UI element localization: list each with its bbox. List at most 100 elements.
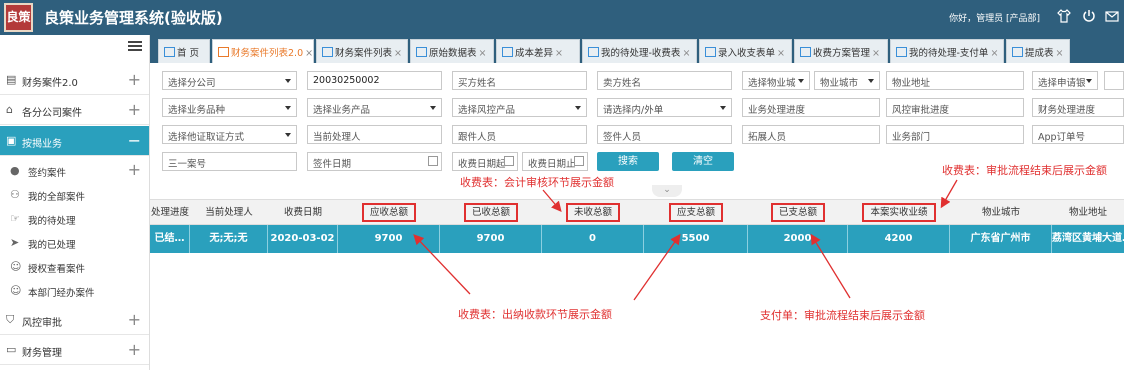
calendar-icon[interactable] — [428, 156, 438, 166]
close-icon[interactable]: × — [305, 48, 313, 59]
case-number-input[interactable]: 20030250002 — [307, 71, 442, 90]
expand-icon[interactable]: + — [128, 340, 141, 359]
inner-outer-select[interactable]: 请选择内/外单 — [597, 98, 732, 117]
department-input[interactable]: 业务部门 — [886, 125, 1024, 144]
annotation-audit: 收费表：会计审核环节展示金额 — [460, 176, 614, 189]
column-header[interactable]: 物业城市 — [950, 200, 1052, 226]
shirt-icon[interactable] — [1056, 8, 1072, 24]
column-header[interactable]: 物业地址 — [1052, 200, 1124, 226]
close-icon[interactable]: × — [555, 48, 563, 59]
close-icon[interactable]: × — [1056, 48, 1064, 59]
buyer-name-input[interactable]: 买方姓名 — [452, 71, 587, 90]
search-button[interactable]: 搜索 — [597, 152, 659, 171]
property-address-input[interactable]: 物业地址 — [886, 71, 1024, 90]
property-city-filter[interactable]: 物业城市 — [814, 71, 880, 90]
calendar-icon[interactable] — [574, 156, 584, 166]
table-cell: 已结… — [150, 225, 190, 253]
mail-icon[interactable] — [1104, 8, 1120, 24]
sidebar-subitem-signed-cases[interactable]: ● 签约案件 + — [0, 159, 149, 183]
close-icon[interactable]: × — [777, 48, 785, 59]
power-icon[interactable] — [1081, 8, 1097, 24]
chevron-down-icon — [798, 79, 804, 83]
highlight-box: 本案实收业绩 — [862, 203, 936, 222]
list-icon: ▤ — [6, 73, 17, 86]
column-header[interactable]: 已支总额 — [748, 200, 848, 226]
sidebar-subitem-pending[interactable]: ☞ 我的待处理 — [0, 207, 149, 231]
sany-case-input[interactable]: 三一案号 — [162, 152, 297, 171]
close-icon[interactable]: × — [682, 48, 690, 59]
current-handler-input[interactable]: 当前处理人 — [307, 125, 442, 144]
tab-raw-data[interactable]: 原始数据表 × — [410, 39, 494, 63]
property-city-select[interactable]: 选择物业城 — [742, 71, 810, 90]
column-header[interactable]: 未收总额 — [542, 200, 644, 226]
expand-icon[interactable]: + — [128, 100, 141, 119]
tab-entry-form[interactable]: 录入收支表单 × — [699, 39, 792, 63]
column-header[interactable]: 已收总额 — [440, 200, 542, 226]
column-header[interactable]: 当前处理人 — [190, 200, 268, 226]
collapse-filter-icon[interactable]: ⌄ — [652, 185, 682, 197]
branch-select[interactable]: 选择分公司 — [162, 71, 297, 90]
sidebar-item-finance-cases[interactable]: ▤ 财务案件2.0 + — [0, 65, 149, 95]
expand-icon[interactable]: + — [128, 70, 141, 89]
business-type-select[interactable]: 选择业务品种 — [162, 98, 297, 117]
tab-pending-payments[interactable]: 我的待处理-支付单 × — [890, 39, 1004, 63]
bank-icon: ⌂ — [6, 103, 13, 116]
expand-icon[interactable]: + — [128, 310, 141, 329]
tab-pending-fees[interactable]: 我的待处理-收费表 × — [582, 39, 697, 63]
clear-button[interactable]: 清空 — [672, 152, 734, 171]
chevron-down-icon — [575, 106, 581, 110]
column-header[interactable]: 本案实收业绩 — [848, 200, 950, 226]
sign-date-input[interactable]: 签件日期 — [307, 152, 442, 171]
collapse-icon[interactable]: − — [128, 131, 141, 150]
tab-home[interactable]: 首 页 — [158, 39, 210, 63]
tab-commission[interactable]: 提成表 × — [1006, 39, 1070, 63]
sidebar-item-branch-cases[interactable]: ⌂ 各分公司案件 + — [0, 95, 149, 125]
tab-cost-diff[interactable]: 成本差异 × — [496, 39, 580, 63]
tab-fee-plan[interactable]: 收费方案管理 × — [794, 39, 888, 63]
fee-date-start-input[interactable]: 收费日期起 — [452, 152, 518, 171]
certificate-method-select[interactable]: 选择他证取证方式 — [162, 125, 297, 144]
business-progress-input[interactable]: 业务处理进度 — [742, 98, 880, 117]
column-header[interactable]: 应收总额 — [338, 200, 440, 226]
expand-icon[interactable]: + — [128, 160, 141, 179]
sidebar-item-mortgage[interactable]: ▣ 按揭业务 − — [0, 126, 149, 156]
input-placeholder: 财务处理进度 — [1038, 105, 1096, 116]
close-icon[interactable]: × — [872, 48, 880, 59]
sidebar-subitem-processed[interactable]: ➤ 我的已处理 — [0, 231, 149, 255]
business-product-select[interactable]: 选择业务产品 — [307, 98, 442, 117]
seller-name-input[interactable]: 卖方姓名 — [597, 71, 732, 90]
clock-icon — [588, 47, 599, 57]
user-icon: ● — [10, 164, 20, 177]
sidebar-subitem-authorized[interactable]: ☺ 授权查看案件 — [0, 255, 149, 279]
sidebar-subitem-department[interactable]: ☺ 本部门经办案件 — [0, 279, 149, 303]
expansion-person-input[interactable]: 拓展人员 — [742, 125, 880, 144]
bank-select[interactable]: 选择申请银 — [1032, 71, 1098, 90]
signer-input[interactable]: 签件人员 — [597, 125, 732, 144]
risk-product-select[interactable]: 选择风控产品 — [452, 98, 587, 117]
sidebar-item-finance-management[interactable]: ▭ 财务管理 + — [0, 335, 149, 365]
document-icon: ▣ — [6, 134, 17, 147]
follower-input[interactable]: 跟件人员 — [452, 125, 587, 144]
risk-progress-input[interactable]: 风控审批进度 — [886, 98, 1024, 117]
finance-progress-input[interactable]: 财务处理进度 — [1032, 98, 1124, 117]
column-header[interactable]: 处理进度 — [150, 200, 190, 226]
select-value: 选择风控产品 — [458, 105, 516, 116]
column-header[interactable]: 收费日期 — [268, 200, 338, 226]
close-icon[interactable]: × — [990, 48, 998, 59]
user-icon — [705, 47, 716, 57]
input-placeholder: 收费日期起 — [458, 159, 506, 170]
tab-finance-cases-2[interactable]: 财务案件列表2.0 × — [212, 39, 314, 63]
app-order-input[interactable]: App订单号 — [1032, 125, 1124, 144]
calendar-icon[interactable] — [504, 156, 514, 166]
close-icon[interactable]: × — [394, 48, 402, 59]
table-row[interactable]: 已结… 无;无;无 2020-03-02 9700 9700 0 5500 20… — [150, 225, 1124, 253]
user-greeting[interactable]: 你好，管理员 [产品部] — [949, 11, 1040, 24]
sidebar-subitem-all-cases[interactable]: ⚇ 我的全部案件 — [0, 183, 149, 207]
bank-select-extra[interactable] — [1104, 71, 1124, 90]
fee-date-end-input[interactable]: 收费日期止 — [522, 152, 588, 171]
sidebar-item-risk-approval[interactable]: ⛉ 风控审批 + — [0, 305, 149, 335]
column-header[interactable]: 应支总额 — [644, 200, 748, 226]
close-icon[interactable]: × — [479, 48, 487, 59]
menu-toggle-icon[interactable] — [128, 41, 142, 53]
tab-finance-cases[interactable]: 财务案件列表 × — [316, 39, 408, 63]
